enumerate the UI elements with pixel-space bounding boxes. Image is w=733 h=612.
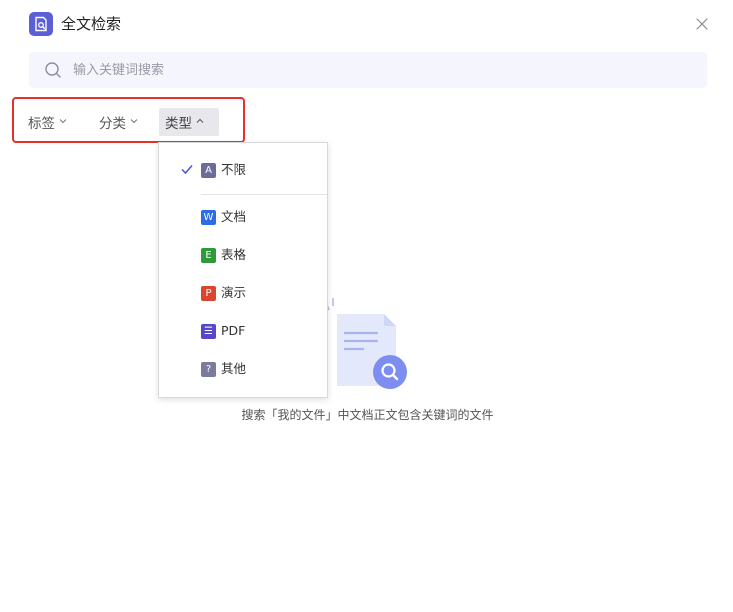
- type-dropdown-menu: A 不限 W 文档 E 表格 P 演示 ☰ PDF ? 其他: [158, 142, 328, 398]
- menu-item-any[interactable]: A 不限: [159, 153, 327, 187]
- filter-type-dropdown[interactable]: 类型: [159, 108, 219, 136]
- search-icon: [45, 62, 61, 78]
- menu-item-label: 演示: [221, 285, 247, 300]
- presentation-icon: P: [201, 286, 216, 301]
- menu-item-label: 不限: [221, 162, 247, 177]
- menu-item-pdf[interactable]: ☰ PDF: [159, 314, 327, 348]
- menu-item-presentation[interactable]: P 演示: [159, 276, 327, 310]
- filter-category-dropdown[interactable]: 分类: [93, 108, 144, 136]
- word-document-icon: W: [201, 210, 216, 225]
- menu-item-label: 表格: [221, 247, 247, 262]
- check-icon: [181, 165, 193, 175]
- menu-item-label: 其他: [221, 361, 247, 376]
- menu-item-other[interactable]: ? 其他: [159, 352, 327, 386]
- chevron-down-icon: [130, 117, 138, 127]
- menu-item-label: 文档: [221, 209, 247, 224]
- search-box[interactable]: [29, 52, 707, 88]
- menu-item-document[interactable]: W 文档: [159, 200, 327, 234]
- pdf-icon: ☰: [201, 324, 216, 339]
- unknown-file-icon: ?: [201, 362, 216, 377]
- divider: [201, 194, 327, 195]
- search-input[interactable]: [73, 52, 693, 88]
- filter-category-label: 分类: [99, 116, 126, 132]
- filter-type-label: 类型: [165, 116, 192, 132]
- filter-tag-dropdown[interactable]: 标签: [22, 108, 73, 136]
- menu-item-spreadsheet[interactable]: E 表格: [159, 238, 327, 272]
- document-search-icon: [29, 12, 53, 36]
- any-type-icon: A: [201, 163, 216, 178]
- empty-document-search-icon: [321, 298, 407, 389]
- page-title: 全文检索: [61, 15, 122, 33]
- header: 全文检索: [0, 0, 733, 48]
- chevron-down-icon: [59, 117, 67, 127]
- menu-item-label: PDF: [221, 323, 246, 338]
- filter-tag-label: 标签: [28, 116, 55, 132]
- close-icon[interactable]: [692, 14, 712, 34]
- spreadsheet-icon: E: [201, 248, 216, 263]
- chevron-up-icon: [196, 117, 204, 127]
- empty-state-text: 搜索「我的文件」中文档正文包含关键词的文件: [241, 408, 494, 422]
